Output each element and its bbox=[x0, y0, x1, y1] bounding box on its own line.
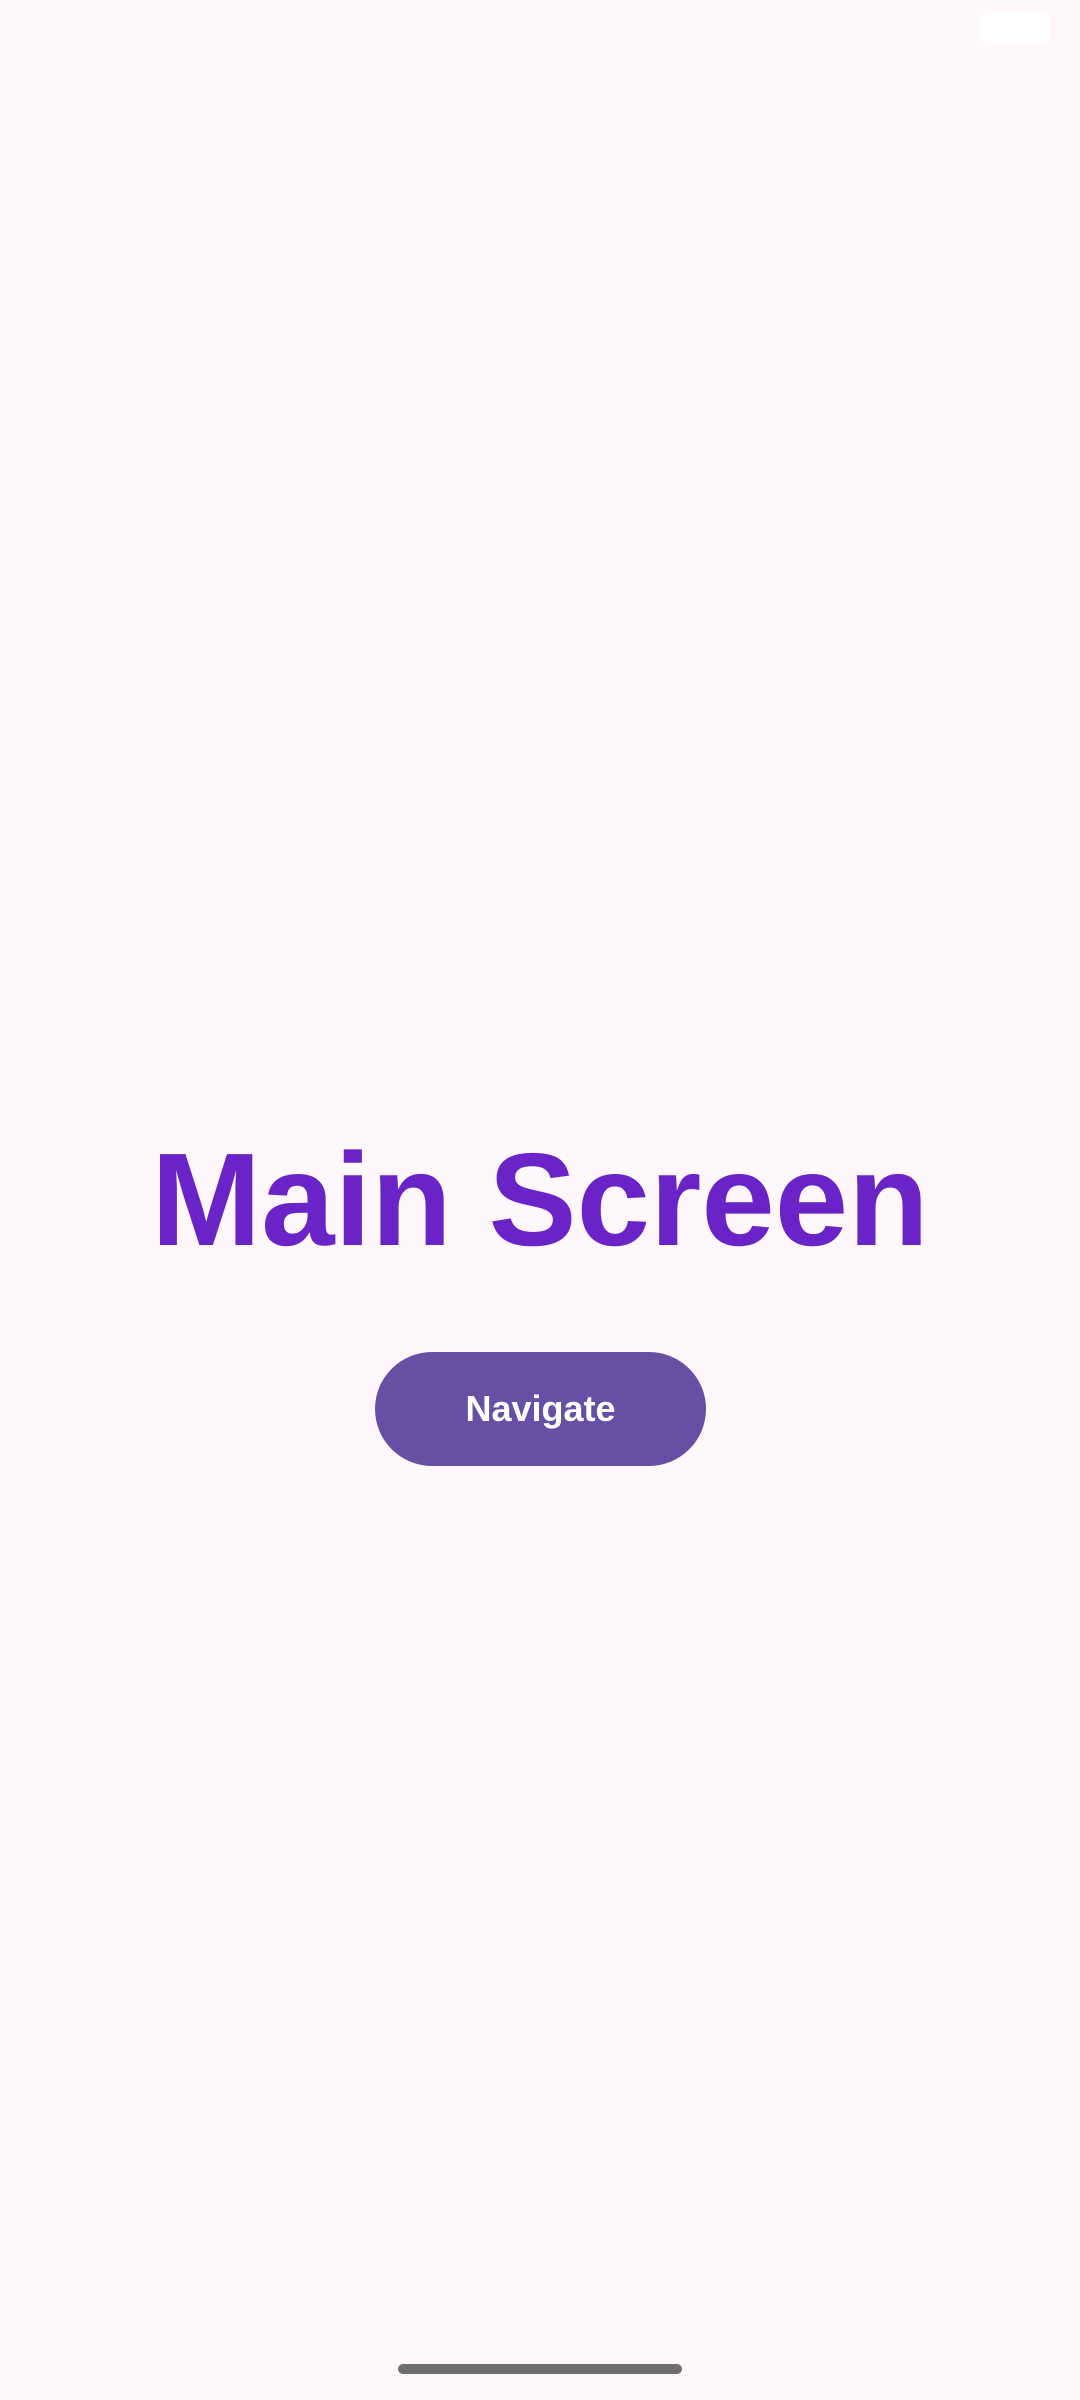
home-indicator[interactable] bbox=[398, 2364, 682, 2374]
main-content: Main Screen Navigate bbox=[0, 0, 1080, 2400]
navigate-button[interactable]: Navigate bbox=[375, 1352, 706, 1466]
page-title: Main Screen bbox=[151, 1126, 929, 1273]
navigate-button-label: Navigate bbox=[465, 1388, 616, 1429]
